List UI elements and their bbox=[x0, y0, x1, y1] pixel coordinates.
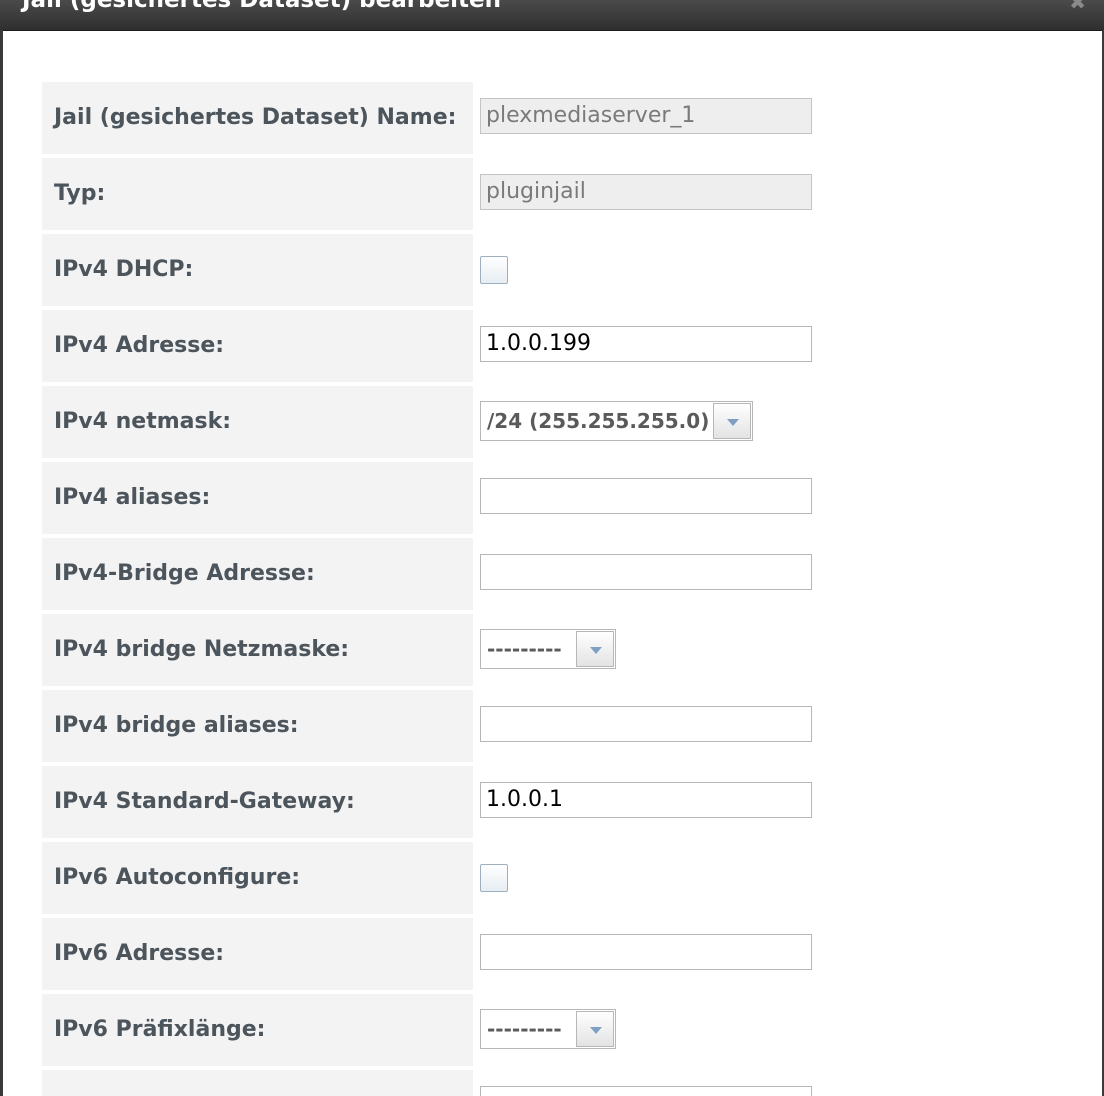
chevron-down-icon[interactable] bbox=[576, 1011, 614, 1047]
field-cell: 1.0.0.199 bbox=[474, 310, 822, 382]
label-cell: Typ: bbox=[42, 158, 473, 230]
field-cell bbox=[474, 538, 822, 610]
ipv4-netmask-value: /24 (255.255.255.0) bbox=[487, 409, 710, 433]
label-cell: IPv4 Standard-Gateway: bbox=[42, 766, 473, 838]
ipv4-aliases-label: IPv4 aliases: bbox=[54, 485, 211, 510]
ipv6-autoconfigure-checkbox[interactable] bbox=[480, 864, 508, 892]
jail-name-field: plexmediaserver_1 bbox=[480, 98, 812, 134]
field-cell bbox=[474, 234, 822, 306]
row-ipv4-bridge-netmask: IPv4 bridge Netzmaske: --------- bbox=[42, 614, 822, 690]
ipv4-dhcp-label: IPv4 DHCP: bbox=[54, 257, 194, 282]
ipv4-dhcp-checkbox[interactable] bbox=[480, 256, 508, 284]
ipv4-bridge-address-label: IPv4-Bridge Adresse: bbox=[54, 561, 315, 586]
next-field-input[interactable] bbox=[480, 1086, 812, 1096]
label-cell: Jail (gesichertes Dataset) Name: bbox=[42, 82, 473, 154]
row-ipv4-aliases: IPv4 aliases: bbox=[42, 462, 822, 538]
dialog-titlebar[interactable]: Jail (gesichertes Dataset) bearbeiten ✖ bbox=[0, 0, 1104, 31]
ipv4-address-input[interactable]: 1.0.0.199 bbox=[480, 326, 812, 362]
ipv4-netmask-label: IPv4 netmask: bbox=[54, 409, 232, 434]
row-jail-name: Jail (gesichertes Dataset) Name: plexmed… bbox=[42, 82, 822, 158]
field-cell: --------- bbox=[474, 994, 822, 1066]
ipv4-default-gateway-label: IPv4 Standard-Gateway: bbox=[54, 789, 355, 814]
field-cell bbox=[474, 1070, 822, 1096]
ipv6-prefix-length-select[interactable]: --------- bbox=[480, 1009, 616, 1049]
dialog-border-left bbox=[0, 30, 3, 1096]
field-cell: --------- bbox=[474, 614, 822, 686]
ipv4-default-gateway-input[interactable]: 1.0.0.1 bbox=[480, 782, 812, 818]
ipv6-prefix-length-label: IPv6 Präfixlänge: bbox=[54, 1017, 266, 1042]
ipv4-bridge-aliases-input[interactable] bbox=[480, 706, 812, 742]
field-cell: pluginjail bbox=[474, 158, 822, 230]
label-cell: IPv4 netmask: bbox=[42, 386, 473, 458]
ipv4-netmask-select[interactable]: /24 (255.255.255.0) bbox=[480, 401, 753, 441]
field-cell: /24 (255.255.255.0) bbox=[474, 386, 822, 458]
row-next-field bbox=[42, 1070, 822, 1096]
label-cell: IPv4 Adresse: bbox=[42, 310, 473, 382]
ipv4-bridge-netmask-value: --------- bbox=[487, 637, 562, 661]
row-ipv4-dhcp: IPv4 DHCP: bbox=[42, 234, 822, 310]
label-cell: IPv6 Adresse: bbox=[42, 918, 473, 990]
ipv4-aliases-input[interactable] bbox=[480, 478, 812, 514]
label-cell: IPv6 Präfixlänge: bbox=[42, 994, 473, 1066]
close-icon[interactable]: ✖ bbox=[1069, 0, 1086, 14]
ipv4-bridge-netmask-label: IPv4 bridge Netzmaske: bbox=[54, 637, 350, 662]
field-cell: 1.0.0.1 bbox=[474, 766, 822, 838]
type-field: pluginjail bbox=[480, 174, 812, 210]
label-cell: IPv4 bridge aliases: bbox=[42, 690, 473, 762]
label-cell bbox=[42, 1070, 473, 1096]
row-ipv4-default-gateway: IPv4 Standard-Gateway: 1.0.0.1 bbox=[42, 766, 822, 842]
row-ipv4-address: IPv4 Adresse: 1.0.0.199 bbox=[42, 310, 822, 386]
ipv4-address-label: IPv4 Adresse: bbox=[54, 333, 225, 358]
label-cell: IPv4-Bridge Adresse: bbox=[42, 538, 473, 610]
chevron-down-icon[interactable] bbox=[576, 631, 614, 667]
ipv6-autoconfigure-label: IPv6 Autoconfigure: bbox=[54, 865, 301, 890]
label-cell: IPv4 DHCP: bbox=[42, 234, 473, 306]
field-cell bbox=[474, 918, 822, 990]
ipv6-prefix-length-value: --------- bbox=[487, 1017, 562, 1041]
row-ipv6-address: IPv6 Adresse: bbox=[42, 918, 822, 994]
label-cell: IPv6 Autoconfigure: bbox=[42, 842, 473, 914]
row-ipv4-bridge-address: IPv4-Bridge Adresse: bbox=[42, 538, 822, 614]
row-ipv4-bridge-aliases: IPv4 bridge aliases: bbox=[42, 690, 822, 766]
field-cell bbox=[474, 462, 822, 534]
field-cell bbox=[474, 690, 822, 762]
ipv6-address-label: IPv6 Adresse: bbox=[54, 941, 225, 966]
ipv4-bridge-netmask-select[interactable]: --------- bbox=[480, 629, 616, 669]
row-ipv6-autoconfigure: IPv6 Autoconfigure: bbox=[42, 842, 822, 918]
chevron-down-icon[interactable] bbox=[713, 403, 751, 439]
ipv4-bridge-address-input[interactable] bbox=[480, 554, 812, 590]
label-cell: IPv4 aliases: bbox=[42, 462, 473, 534]
jail-form: Jail (gesichertes Dataset) Name: plexmed… bbox=[42, 82, 822, 1096]
field-cell: plexmediaserver_1 bbox=[474, 82, 822, 154]
dialog-title: Jail (gesichertes Dataset) bearbeiten bbox=[22, 0, 502, 13]
edit-jail-dialog: Jail (gesichertes Dataset) bearbeiten ✖ … bbox=[0, 0, 1104, 1096]
ipv4-bridge-aliases-label: IPv4 bridge aliases: bbox=[54, 713, 299, 738]
jail-name-label: Jail (gesichertes Dataset) Name: bbox=[54, 105, 457, 130]
row-ipv4-netmask: IPv4 netmask: /24 (255.255.255.0) bbox=[42, 386, 822, 462]
row-ipv6-prefix-length: IPv6 Präfixlänge: --------- bbox=[42, 994, 822, 1070]
row-type: Typ: pluginjail bbox=[42, 158, 822, 234]
type-label: Typ: bbox=[54, 181, 106, 206]
label-cell: IPv4 bridge Netzmaske: bbox=[42, 614, 473, 686]
field-cell bbox=[474, 842, 822, 914]
ipv6-address-input[interactable] bbox=[480, 934, 812, 970]
